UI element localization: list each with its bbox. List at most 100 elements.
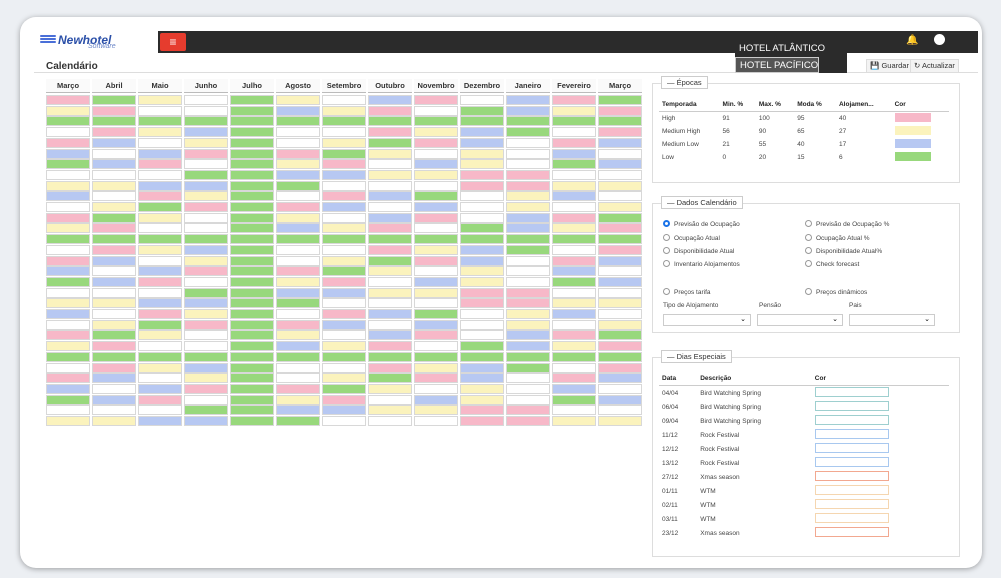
- calendar-day[interactable]: [92, 287, 136, 298]
- calendar-day[interactable]: [322, 244, 366, 255]
- calendar-day[interactable]: [322, 373, 366, 384]
- calendar-day[interactable]: [322, 405, 366, 416]
- calendar-day[interactable]: [322, 159, 366, 170]
- calendar-day[interactable]: [184, 105, 228, 116]
- calendar-day[interactable]: [46, 212, 90, 223]
- calendar-day[interactable]: [368, 148, 412, 159]
- dia-row[interactable]: 04/04 Bird Watching Spring: [659, 386, 949, 401]
- calendar-day[interactable]: [414, 234, 458, 245]
- calendar-day[interactable]: [138, 351, 182, 362]
- calendar-day[interactable]: [322, 309, 366, 319]
- dia-row[interactable]: 13/12 Rock Festival: [659, 456, 949, 470]
- calendar-day[interactable]: [92, 416, 136, 426]
- dia-row[interactable]: 06/04 Bird Watching Spring: [659, 400, 949, 414]
- calendar-day[interactable]: [460, 373, 504, 384]
- calendar-day[interactable]: [92, 191, 136, 202]
- calendar-day[interactable]: [184, 148, 228, 159]
- calendar-day[interactable]: [460, 362, 504, 373]
- calendar-day[interactable]: [322, 255, 366, 266]
- calendar-day[interactable]: [322, 148, 366, 159]
- calendar-day[interactable]: [276, 127, 320, 138]
- calendar-day[interactable]: [598, 394, 642, 405]
- calendar-day[interactable]: [368, 95, 412, 105]
- epoca-row[interactable]: Low 0 20 15 6: [659, 151, 949, 164]
- calendar-day[interactable]: [184, 341, 228, 352]
- calendar-day[interactable]: [184, 319, 228, 330]
- calendar-day[interactable]: [184, 373, 228, 384]
- menu-button[interactable]: ≡: [160, 33, 186, 51]
- calendar-day[interactable]: [414, 169, 458, 180]
- select-tipo-alojamento[interactable]: ⌄: [663, 314, 751, 326]
- calendar-day[interactable]: [414, 255, 458, 266]
- calendar-day[interactable]: [46, 255, 90, 266]
- calendar-day[interactable]: [46, 266, 90, 277]
- calendar-day[interactable]: [506, 116, 550, 127]
- calendar-day[interactable]: [460, 202, 504, 212]
- calendar-day[interactable]: [276, 287, 320, 298]
- calendar-day[interactable]: [230, 234, 274, 245]
- calendar-day[interactable]: [46, 159, 90, 170]
- calendar-day[interactable]: [460, 287, 504, 298]
- calendar-day[interactable]: [506, 298, 550, 309]
- calendar-day[interactable]: [138, 159, 182, 170]
- calendar-day[interactable]: [552, 159, 596, 170]
- calendar-day[interactable]: [460, 244, 504, 255]
- calendar-day[interactable]: [46, 116, 90, 127]
- calendar-day[interactable]: [276, 298, 320, 309]
- calendar-day[interactable]: [138, 244, 182, 255]
- calendar-day[interactable]: [552, 266, 596, 277]
- calendar-day[interactable]: [322, 202, 366, 212]
- calendar-day[interactable]: [598, 266, 642, 277]
- epoca-row[interactable]: High 91 100 95 40: [659, 112, 949, 126]
- calendar-day[interactable]: [598, 319, 642, 330]
- radio-previsao[interactable]: Previsão de Ocupação: [663, 220, 740, 228]
- calendar-day[interactable]: [552, 180, 596, 191]
- calendar-day[interactable]: [322, 105, 366, 116]
- calendar-day[interactable]: [230, 116, 274, 127]
- calendar-day[interactable]: [460, 223, 504, 234]
- calendar-day[interactable]: [552, 330, 596, 341]
- calendar-day[interactable]: [460, 191, 504, 202]
- calendar-day[interactable]: [322, 330, 366, 341]
- user-avatar-icon[interactable]: [934, 34, 945, 45]
- calendar-day[interactable]: [368, 373, 412, 384]
- calendar-day[interactable]: [552, 127, 596, 138]
- calendar-day[interactable]: [276, 266, 320, 277]
- calendar-day[interactable]: [368, 202, 412, 212]
- calendar-day[interactable]: [552, 105, 596, 116]
- calendar-day[interactable]: [138, 169, 182, 180]
- calendar-day[interactable]: [552, 405, 596, 416]
- calendar-day[interactable]: [46, 244, 90, 255]
- calendar-day[interactable]: [368, 276, 412, 287]
- calendar-day[interactable]: [414, 202, 458, 212]
- calendar-day[interactable]: [368, 298, 412, 309]
- calendar-day[interactable]: [92, 180, 136, 191]
- calendar-day[interactable]: [460, 341, 504, 352]
- calendar-day[interactable]: [276, 116, 320, 127]
- calendar-day[interactable]: [460, 394, 504, 405]
- radio-check-forecast[interactable]: Check forecast: [805, 260, 859, 268]
- calendar-day[interactable]: [460, 105, 504, 116]
- calendar-day[interactable]: [368, 180, 412, 191]
- radio-disponibilidade-pct[interactable]: Disponibilidade Atual%: [805, 247, 882, 255]
- calendar-day[interactable]: [230, 341, 274, 352]
- calendar-day[interactable]: [46, 319, 90, 330]
- calendar-day[interactable]: [46, 202, 90, 212]
- calendar-day[interactable]: [138, 298, 182, 309]
- calendar-day[interactable]: [92, 116, 136, 127]
- calendar-day[interactable]: [276, 341, 320, 352]
- calendar-day[interactable]: [276, 276, 320, 287]
- calendar-day[interactable]: [506, 148, 550, 159]
- calendar-day[interactable]: [598, 405, 642, 416]
- calendar-day[interactable]: [92, 244, 136, 255]
- calendar-day[interactable]: [138, 137, 182, 148]
- calendar-day[interactable]: [46, 405, 90, 416]
- calendar-day[interactable]: [184, 223, 228, 234]
- calendar-day[interactable]: [598, 191, 642, 202]
- calendar-day[interactable]: [230, 351, 274, 362]
- calendar-day[interactable]: [46, 416, 90, 426]
- calendar-day[interactable]: [414, 394, 458, 405]
- calendar-day[interactable]: [184, 255, 228, 266]
- calendar-day[interactable]: [46, 394, 90, 405]
- calendar-day[interactable]: [552, 212, 596, 223]
